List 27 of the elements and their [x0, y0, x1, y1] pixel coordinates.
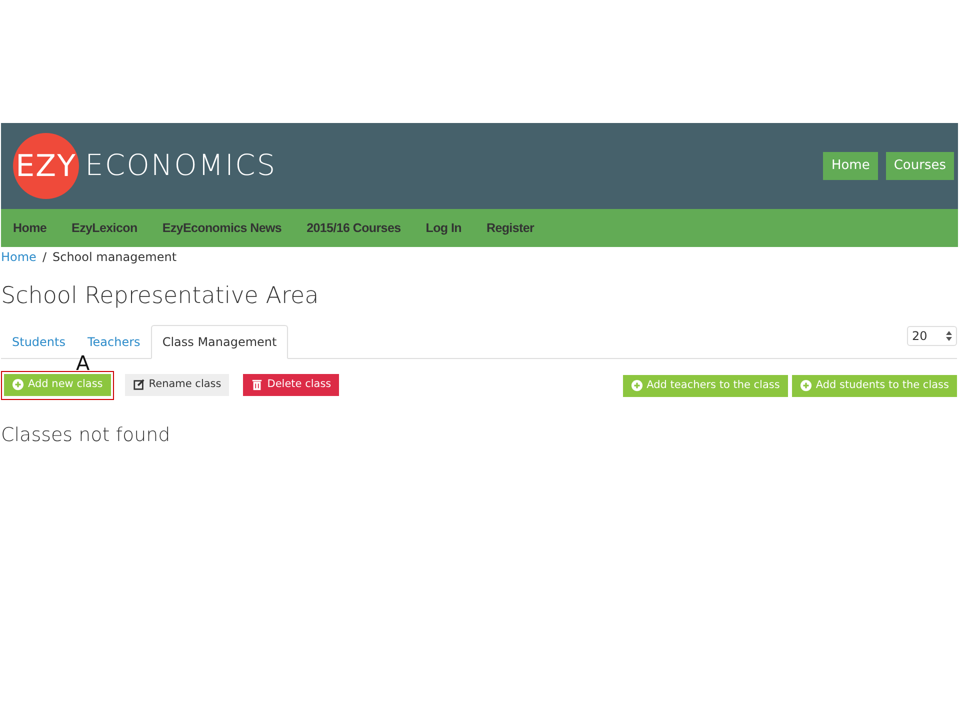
tab[interactable]: Students	[1, 324, 76, 359]
plus-circle-icon	[630, 380, 643, 392]
breadcrumb-current: School management	[52, 249, 177, 266]
tab[interactable]: Class Management	[151, 324, 288, 359]
nav-link[interactable]: Register	[486, 218, 534, 238]
edit-icon	[132, 379, 145, 392]
plus-circle-icon	[800, 380, 812, 392]
header-nav-button[interactable]: Courses	[886, 152, 954, 180]
annotation-label: A	[76, 352, 90, 373]
nav-link[interactable]: EzyLexicon	[72, 218, 138, 238]
toolbar-button[interactable]: Rename class	[124, 374, 230, 396]
toolbar-button[interactable]: Delete class	[243, 374, 340, 396]
breadcrumb-separator: /	[42, 249, 46, 266]
nav-link[interactable]: 2015/16 Courses	[306, 218, 401, 238]
empty-message: Classes not found	[1, 422, 172, 448]
page-title: School Representative Area	[1, 283, 320, 311]
breadcrumb-link[interactable]: Home	[1, 248, 36, 266]
stepper-arrows-icon	[946, 330, 952, 341]
nav-link[interactable]: Log In	[426, 218, 462, 238]
nav-link[interactable]: EzyEconomics News	[162, 218, 282, 238]
plus-circle-icon	[12, 379, 24, 392]
page-size-select[interactable]: 20	[907, 326, 957, 346]
nav-link[interactable]: Home	[13, 218, 47, 238]
trash-icon	[251, 379, 264, 392]
header-nav-button[interactable]: Home	[823, 152, 878, 180]
logo-text[interactable]: ECONOMICS	[85, 144, 277, 188]
logo-badge[interactable]: EZY	[13, 133, 79, 199]
